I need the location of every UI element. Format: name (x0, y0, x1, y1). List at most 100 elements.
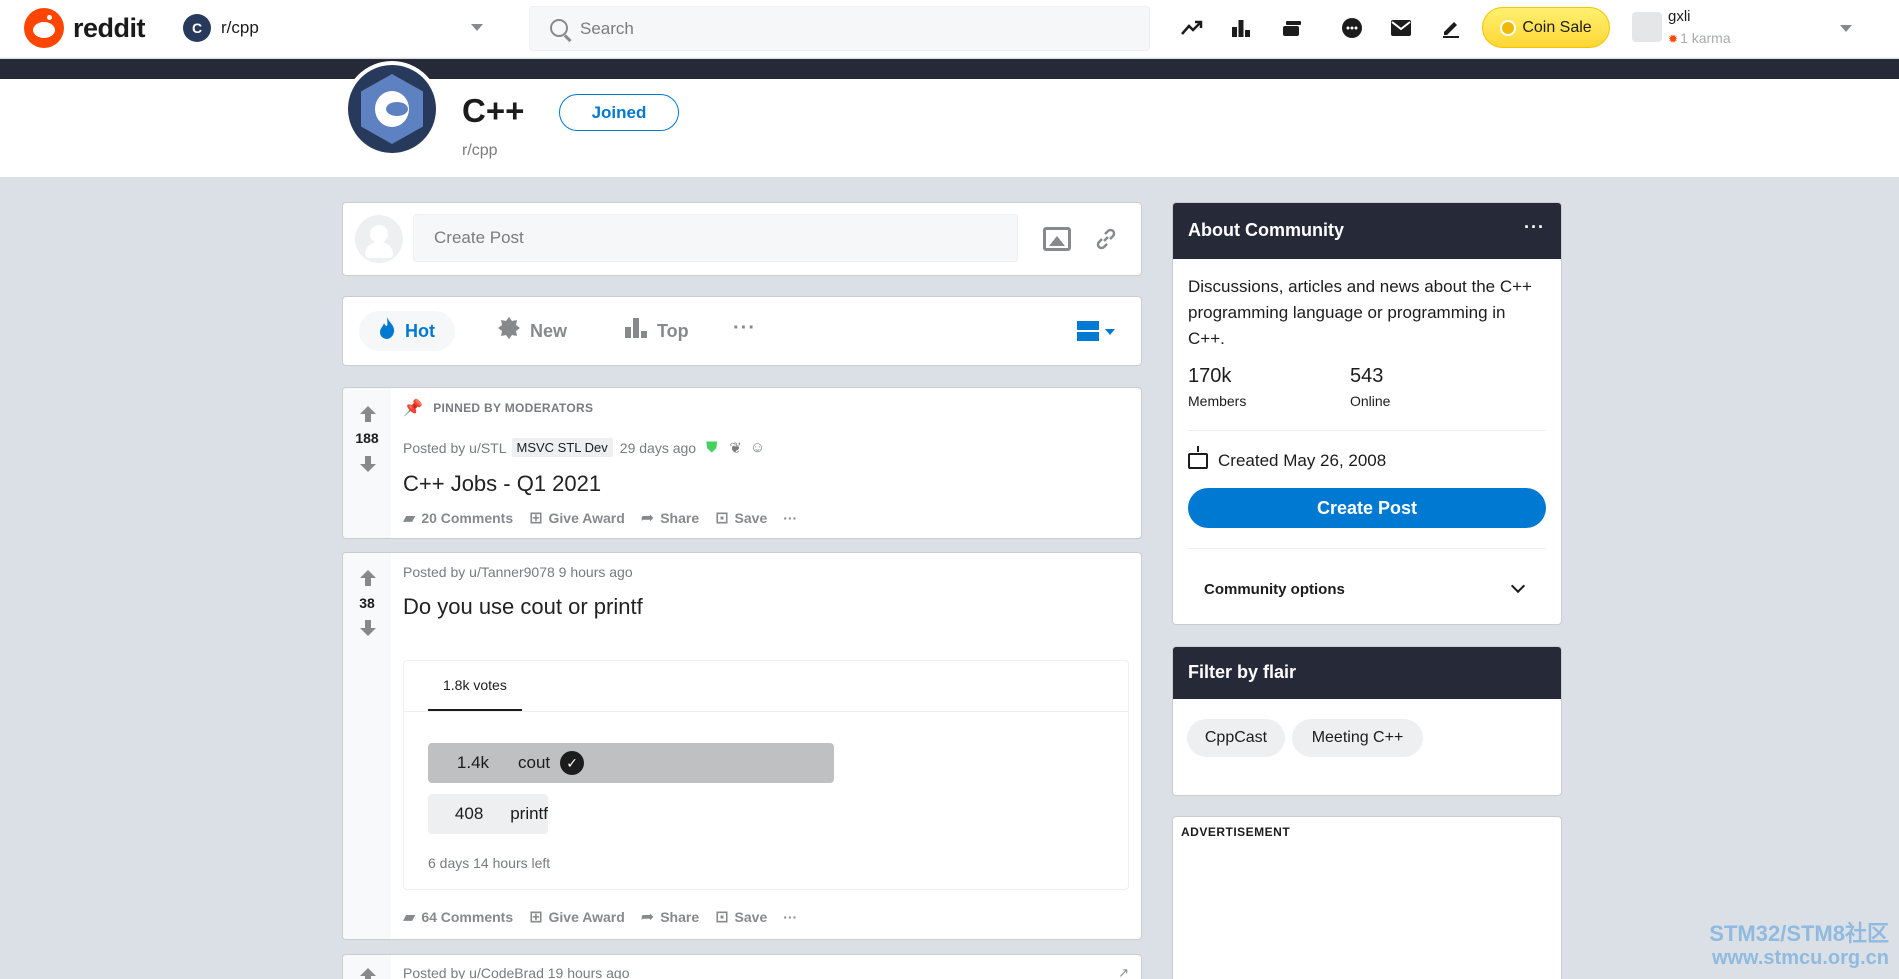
community-created: Created May 26, 2008 (1188, 446, 1386, 471)
share-button[interactable]: ➦ Share (641, 508, 699, 528)
members-count: 170k (1188, 365, 1232, 387)
filter-by-flair-title: Filter by flair (1188, 662, 1297, 682)
post-title[interactable]: Do you use cout or printf (403, 594, 643, 620)
more-icon: ··· (783, 510, 798, 526)
community-header (0, 79, 1899, 177)
create-post-card (342, 202, 1142, 276)
poll-option[interactable]: 1.4k cout ✓ (428, 743, 834, 783)
downvote-icon[interactable] (360, 456, 376, 472)
sort-new-label: New (530, 320, 568, 341)
comment-icon: ▰ (403, 510, 416, 527)
flair-filter-meeting-cpp[interactable]: Meeting C++ (1292, 719, 1423, 757)
community-title: C++ (462, 92, 525, 129)
comments-button[interactable]: ▰ 20 Comments (403, 508, 513, 528)
post-author[interactable]: Posted by u/Tanner9078 9 hours ago (403, 564, 633, 580)
reddit-logo[interactable]: reddit (24, 8, 146, 48)
vote-count: 38 (359, 595, 375, 611)
downvote-icon[interactable] (360, 620, 376, 636)
post-author[interactable]: Posted by u/STL (403, 440, 507, 456)
mod-shield-icon: ⛊ (706, 439, 718, 456)
gift-icon: ⊞ (529, 510, 543, 527)
search-input[interactable] (580, 15, 1120, 43)
more-options-button[interactable]: ··· (783, 909, 797, 925)
link-icon[interactable] (1094, 227, 1118, 251)
give-award-button[interactable]: ⊞ Give Award (529, 508, 625, 528)
mail-icon[interactable] (1387, 14, 1415, 42)
post-author[interactable]: Posted by u/CodeBrad 19 hours ago (403, 965, 630, 979)
image-upload-icon[interactable] (1043, 227, 1071, 251)
community-switcher[interactable]: C r/cpp (183, 12, 493, 44)
online-count: 543 (1350, 365, 1384, 387)
give-award-button[interactable]: ⊞ Give Award (529, 907, 625, 927)
community-banner (0, 59, 1899, 79)
trending-icon[interactable] (1178, 14, 1206, 42)
coin-sale-button[interactable]: Coin Sale (1482, 7, 1610, 48)
sort-new-tab[interactable]: New (478, 311, 587, 351)
post-card[interactable]: 188 📌 PINNED BY MODERATORS Posted by u/S… (342, 387, 1142, 539)
pinned-text: PINNED BY MODERATORS (433, 401, 594, 415)
comments-button[interactable]: ▰ 64 Comments (403, 907, 513, 927)
sort-top-tab[interactable]: Top (605, 311, 709, 351)
coin-icon (1500, 19, 1517, 36)
gift-icon: ⊞ (529, 909, 543, 926)
more-icon[interactable]: ··· (1524, 217, 1545, 238)
user-menu[interactable]: gxli 1 karma (1632, 8, 1872, 50)
flair-filter-cppcast[interactable]: CppCast (1187, 719, 1285, 757)
sort-top-label: Top (657, 320, 689, 341)
user-avatar[interactable] (355, 215, 403, 263)
joined-button[interactable]: Joined (559, 94, 679, 131)
upvote-icon[interactable] (360, 968, 376, 979)
flame-icon (379, 317, 395, 345)
reddit-snoo-icon (24, 8, 64, 48)
comment-icon: ▰ (403, 909, 416, 926)
bookmark-icon: ⊡ (715, 909, 729, 926)
pinned-label: 📌 PINNED BY MODERATORS (403, 398, 593, 418)
upvote-icon[interactable] (360, 406, 376, 422)
members-label: Members (1188, 393, 1247, 409)
poll-option[interactable]: 408 printf (428, 794, 548, 834)
sort-hot-tab[interactable]: Hot (359, 311, 455, 351)
post-actions: ▰ 20 Comments ⊞ Give Award ➦ Share ⊡ Save ··… (403, 508, 813, 528)
chat-icon[interactable] (1338, 14, 1366, 42)
share-label: Share (660, 909, 700, 925)
external-link-icon[interactable]: ↗ (1118, 965, 1129, 979)
coin-sale-label: Coin Sale (1522, 18, 1592, 36)
post-title[interactable]: C++ Jobs - Q1 2021 (403, 471, 601, 497)
post-meta: Posted by u/STL MSVC STL Dev 29 days ago… (403, 438, 765, 457)
about-community-card: About Community ··· Discussions, article… (1172, 202, 1562, 625)
more-options-button[interactable]: ··· (783, 510, 797, 526)
chevron-down-icon (471, 24, 483, 31)
comments-label: 20 Comments (421, 510, 514, 526)
bookmark-icon: ⊡ (715, 510, 729, 527)
coins-icon[interactable] (1278, 14, 1306, 42)
post-time[interactable]: 29 days ago (620, 440, 696, 456)
community-options-toggle[interactable]: Community options (1204, 581, 1345, 598)
poll-votes-tab[interactable]: 1.8k votes (428, 661, 522, 711)
vote-column (343, 955, 391, 979)
view-mode-button[interactable] (1077, 321, 1119, 345)
upvote-icon[interactable] (360, 570, 376, 586)
create-post-input[interactable] (413, 214, 1018, 262)
pin-icon: 📌 (403, 400, 424, 417)
comments-label: 64 Comments (421, 909, 514, 925)
save-button[interactable]: ⊡ Save (715, 907, 767, 927)
save-label: Save (734, 909, 768, 925)
vote-column: 188 (343, 388, 391, 538)
share-button[interactable]: ➦ Share (641, 907, 699, 927)
create-post-button[interactable]: Create Post (1188, 488, 1546, 528)
award-icon: ❦ (729, 439, 742, 457)
cake-icon (1188, 446, 1208, 469)
vote-column: 38 (343, 553, 391, 939)
sort-more-button[interactable]: ··· (733, 317, 756, 340)
save-button[interactable]: ⊡ Save (715, 508, 767, 528)
top-chart-icon (625, 318, 647, 344)
create-post-pencil-icon[interactable] (1437, 14, 1465, 42)
poll-time-left: 6 days 14 hours left (428, 855, 551, 871)
post-card[interactable]: 38 Posted by u/Tanner9078 9 hours ago Do… (342, 552, 1142, 940)
search-bar[interactable] (529, 6, 1150, 51)
chevron-down-icon[interactable] (1510, 578, 1526, 594)
vote-count: 188 (355, 430, 379, 446)
post-card[interactable]: Posted by u/CodeBrad 19 hours ago ↗ (342, 954, 1142, 979)
watermark-line2: www.stmcu.org.cn (1711, 947, 1889, 969)
leaderboard-icon[interactable] (1227, 14, 1255, 42)
